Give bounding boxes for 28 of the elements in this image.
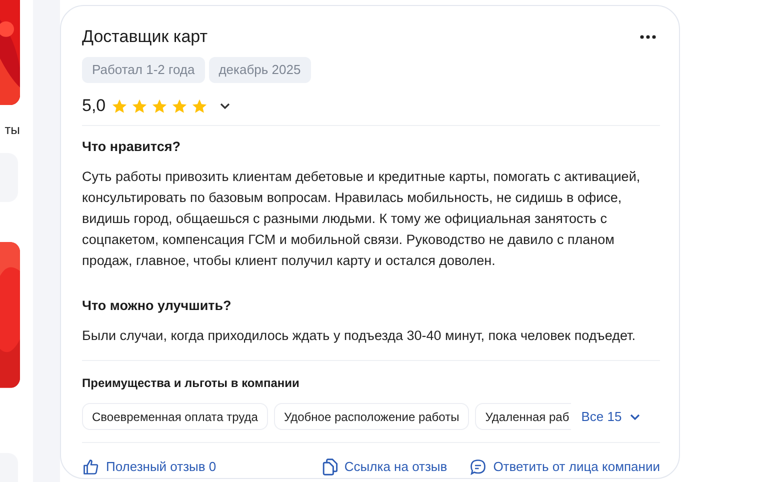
more-icon[interactable] (640, 35, 656, 39)
copy-link-button[interactable]: Ссылка на отзыв (322, 457, 448, 476)
thumbs-up-icon (82, 458, 100, 476)
section-heading: Что можно улучшить? (82, 297, 232, 315)
review-title: Доставщик карт (82, 26, 208, 48)
copy-icon (322, 458, 338, 476)
helpful-button[interactable]: Полезный отзыв 0 (82, 457, 216, 476)
benefit-chip: Удобное расположение работы (274, 403, 470, 430)
review-text: Суть работы привозить клиентам дебетовые и кредитные карты, помогать с активацией, консультировать по базовым вопросам. Нравилась мобильность, не сидишь в офисе, видишь город, общаешься с разными людьми. К тому же официальная занятость с соцпакетом, компенсация ГСМ и мобильной связи. Руководство не давило с планом продаж, главное, чтобы клиент получил карту и остался доволен. (82, 168, 642, 270)
show-all-link[interactable]: Все 15 (581, 406, 640, 426)
star-icon (130, 98, 148, 114)
review-text: Были случаи, когда приходилось ждать у подъезда 30-40 минут, пока человек подъедет. (82, 327, 636, 345)
tag: Работал 1-2 года (82, 57, 205, 83)
speech-bubble-icon (469, 458, 488, 476)
card-caption: ты (4, 120, 20, 138)
star-icon (170, 98, 188, 114)
reply-button[interactable]: Ответить от лица компании (469, 457, 660, 476)
chevron-down-icon[interactable] (220, 103, 230, 109)
benefits-heading: Преимущества и льготы в компании (82, 375, 300, 391)
section-heading: Что нравится? (82, 138, 182, 156)
benefit-chip: Удаленная раб (475, 403, 572, 430)
rating-value: 5,0 (82, 95, 106, 118)
tag: декабрь 2025 (208, 57, 311, 83)
chevron-down-icon (630, 414, 640, 420)
star-icon (150, 98, 168, 114)
star-icon (190, 98, 208, 114)
star-icon (110, 98, 128, 114)
benefit-chip: Своевременная оплата труда (82, 403, 268, 430)
